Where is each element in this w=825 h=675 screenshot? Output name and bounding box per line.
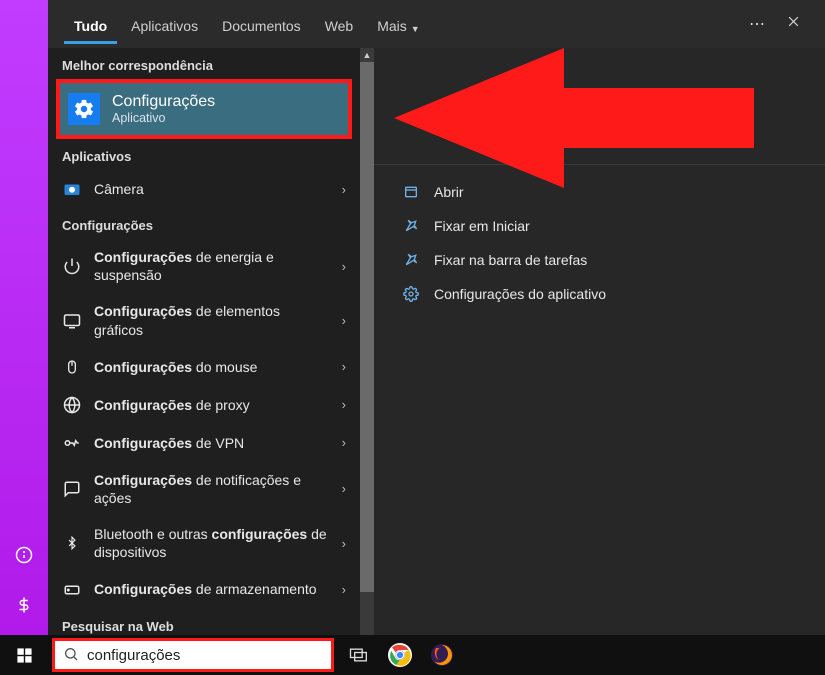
search-input[interactable]: [87, 647, 323, 664]
display-icon: [62, 311, 82, 331]
tab-documentos[interactable]: Documentos: [212, 4, 311, 44]
result-label: Configurações de elementos gráficos: [94, 302, 330, 338]
scrollbar[interactable]: ▲ ▼: [360, 48, 374, 675]
chrome-app[interactable]: [382, 635, 418, 675]
tab-tudo[interactable]: Tudo: [64, 4, 117, 44]
result-label: Configurações de proxy: [94, 396, 330, 414]
firefox-icon: [430, 643, 454, 667]
mouse-icon: [62, 357, 82, 377]
result-label: Configurações de VPN: [94, 434, 330, 452]
close-button[interactable]: [777, 14, 809, 34]
gear-icon: [402, 285, 420, 303]
info-icon[interactable]: [14, 545, 34, 565]
result-vpn[interactable]: Configurações de VPN ›: [48, 424, 360, 462]
chevron-right-icon: ›: [342, 397, 346, 412]
filter-tabs: Tudo Aplicativos Documentos Web Mais ▼ ⋯: [48, 0, 825, 48]
gear-icon: [68, 93, 100, 125]
search-panel: Tudo Aplicativos Documentos Web Mais ▼ ⋯…: [48, 0, 825, 675]
preview-header: Configurações Aplicativo: [374, 48, 825, 165]
tab-web[interactable]: Web: [315, 4, 364, 44]
result-bluetooth[interactable]: Bluetooth e outras configurações de disp…: [48, 516, 360, 570]
firefox-app[interactable]: [424, 635, 460, 675]
action-label: Fixar em Iniciar: [434, 218, 530, 234]
result-label: Configurações de energia e suspensão: [94, 248, 330, 284]
action-pin-start[interactable]: Fixar em Iniciar: [374, 209, 825, 243]
result-storage[interactable]: Configurações de armazenamento ›: [48, 571, 360, 609]
result-mouse[interactable]: Configurações do mouse ›: [48, 348, 360, 386]
best-match-sub: Aplicativo: [112, 111, 215, 125]
action-label: Abrir: [434, 184, 464, 200]
scroll-up-icon[interactable]: ▲: [360, 48, 374, 62]
storage-icon: [62, 580, 82, 600]
action-label: Configurações do aplicativo: [434, 286, 606, 302]
tab-aplicativos[interactable]: Aplicativos: [121, 4, 208, 44]
taskbar-search[interactable]: [52, 638, 334, 672]
result-label: Configurações de notificações e ações: [94, 471, 330, 507]
action-open[interactable]: Abrir: [374, 175, 825, 209]
chevron-right-icon: ›: [342, 313, 346, 328]
action-app-settings[interactable]: Configurações do aplicativo: [374, 277, 825, 311]
result-label: Bluetooth e outras configurações de disp…: [94, 525, 330, 561]
result-graphics[interactable]: Configurações de elementos gráficos ›: [48, 293, 360, 347]
scroll-thumb[interactable]: [360, 62, 374, 592]
results-list: Melhor correspondência Configurações Apl…: [48, 48, 374, 675]
chevron-right-icon: ›: [342, 182, 346, 197]
task-view-button[interactable]: [340, 635, 376, 675]
more-options-button[interactable]: ⋯: [741, 14, 773, 34]
best-match-title: Configurações: [112, 93, 215, 111]
tab-mais[interactable]: Mais ▼: [367, 4, 429, 44]
chat-icon: [62, 479, 82, 499]
globe-icon: [62, 395, 82, 415]
open-icon: [402, 183, 420, 201]
result-notifications[interactable]: Configurações de notificações e ações ›: [48, 462, 360, 516]
vpn-icon: [62, 433, 82, 453]
camera-icon: [62, 179, 82, 199]
action-pin-taskbar[interactable]: Fixar na barra de tarefas: [374, 243, 825, 277]
start-button[interactable]: [2, 635, 46, 675]
result-configuracoes-best[interactable]: Configurações Aplicativo: [56, 79, 352, 139]
pin-icon: [402, 251, 420, 269]
result-label: Configurações de armazenamento: [94, 580, 330, 598]
chevron-right-icon: ›: [342, 582, 346, 597]
chevron-right-icon: ›: [342, 359, 346, 374]
result-proxy[interactable]: Configurações de proxy ›: [48, 386, 360, 424]
pin-icon: [402, 217, 420, 235]
result-label: Configurações do mouse: [94, 358, 330, 376]
taskbar: [0, 635, 825, 675]
chevron-right-icon: ›: [342, 536, 346, 551]
chevron-down-icon: ▼: [411, 24, 420, 34]
section-settings: Configurações: [48, 208, 360, 239]
bluetooth-icon: [62, 533, 82, 553]
side-rail: [0, 0, 48, 675]
preview-sub: Aplicativo: [394, 131, 805, 146]
section-best-match: Melhor correspondência: [48, 48, 360, 79]
dollar-icon[interactable]: [14, 595, 34, 615]
chevron-right-icon: ›: [342, 435, 346, 450]
result-energy[interactable]: Configurações de energia e suspensão ›: [48, 239, 360, 293]
search-icon: [63, 646, 79, 665]
chevron-right-icon: ›: [342, 481, 346, 496]
action-label: Fixar na barra de tarefas: [434, 252, 587, 268]
preview-pane: Configurações Aplicativo Abrir Fixar em …: [374, 48, 825, 675]
section-apps: Aplicativos: [48, 139, 360, 170]
preview-title: Configurações: [394, 104, 805, 127]
chevron-right-icon: ›: [342, 259, 346, 274]
chrome-icon: [388, 643, 412, 667]
result-camera[interactable]: Câmera ›: [48, 170, 360, 208]
result-label: Câmera: [94, 180, 330, 198]
power-icon: [62, 256, 82, 276]
